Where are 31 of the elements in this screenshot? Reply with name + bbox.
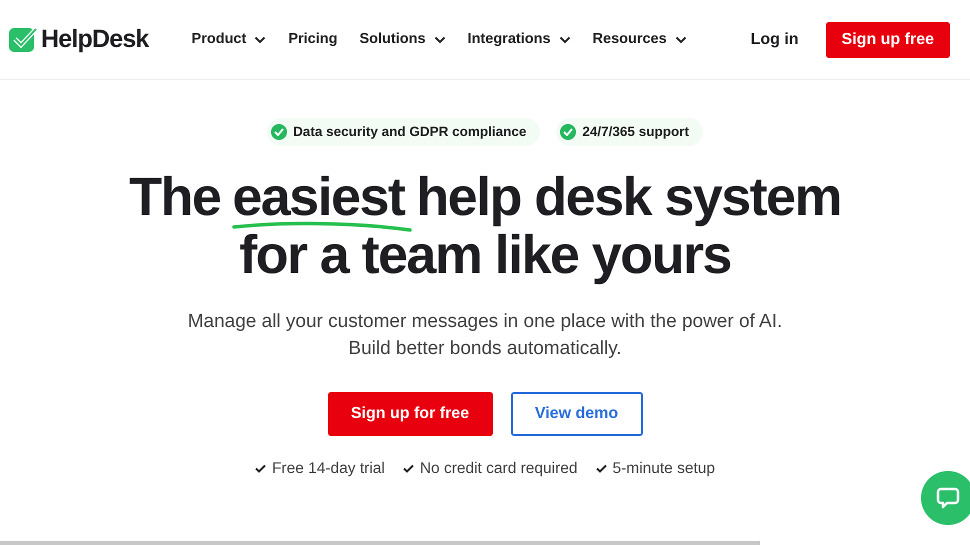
perk-text: 5-minute setup bbox=[612, 459, 716, 479]
nav-link[interactable]: Integrations bbox=[468, 28, 571, 50]
chevron-down-icon bbox=[558, 36, 571, 44]
perk-text: No credit card required bbox=[420, 459, 578, 479]
headline-text: The bbox=[129, 168, 220, 226]
nav-link[interactable]: Product bbox=[192, 28, 266, 50]
feature-badge: Data security and GDPR compliance bbox=[267, 118, 540, 146]
signup-button[interactable]: Sign up free bbox=[826, 22, 950, 58]
check-icon bbox=[254, 464, 266, 474]
subtitle-text: Manage all your customer messages in one place with the power of AI. bbox=[188, 310, 782, 334]
headline-text: for a team like yours bbox=[238, 226, 731, 284]
view-demo-button[interactable]: View demo bbox=[510, 392, 642, 436]
subtitle-text: Build better bonds automatically. bbox=[347, 337, 623, 361]
logo-icon bbox=[8, 26, 38, 54]
nav-link[interactable]: Pricing bbox=[288, 28, 338, 50]
login-link[interactable]: Log in bbox=[750, 28, 799, 52]
check-icon bbox=[402, 464, 414, 474]
logo-text: HelpDesk bbox=[41, 24, 149, 55]
chevron-down-icon bbox=[434, 36, 446, 44]
check-icon bbox=[596, 464, 606, 474]
chevron-down-icon bbox=[254, 36, 266, 44]
signup-free-button[interactable]: Sign up for free bbox=[328, 392, 492, 436]
headline-highlight: easiest bbox=[232, 178, 404, 216]
perk-text: Free 14-day trial bbox=[272, 459, 385, 479]
chat-bubble-icon bbox=[936, 486, 960, 510]
nav-link[interactable]: Solutions bbox=[359, 28, 446, 50]
chevron-down-icon bbox=[674, 36, 687, 44]
nav-link[interactable]: Resources bbox=[592, 28, 687, 50]
feature-badge: 24/7/365 support bbox=[556, 118, 703, 146]
chat-button[interactable] bbox=[921, 471, 970, 525]
headline-text: help desk system bbox=[416, 168, 841, 226]
